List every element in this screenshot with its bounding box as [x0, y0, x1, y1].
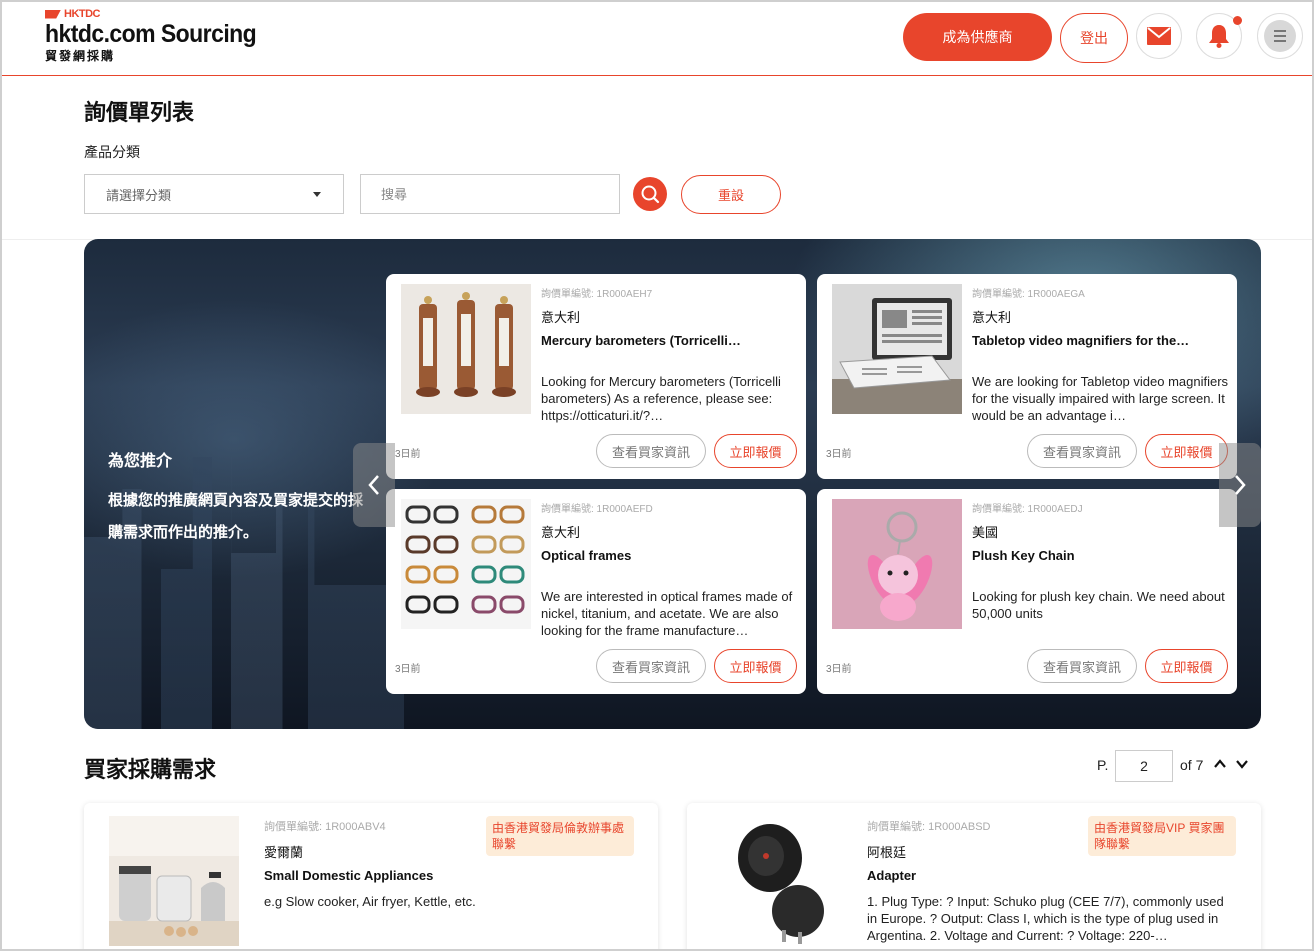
- product-title[interactable]: Plush Key Chain: [972, 548, 1227, 563]
- search-button[interactable]: [633, 177, 667, 211]
- product-title[interactable]: Small Domestic Appliances: [264, 868, 433, 883]
- buyer-request-card[interactable]: 詢價單編號: 1R000ABSD 由香港貿發局VIP 買家團隊聯繫 阿根廷 Ad…: [687, 803, 1261, 951]
- inquiry-number: 詢價單編號: 1R000AEGA: [972, 289, 1085, 300]
- logo-subtitle: 貿發網採購: [45, 49, 116, 63]
- product-title[interactable]: Adapter: [867, 868, 916, 883]
- recommendation-card[interactable]: 詢價單編號: 1R000AEDJ 美國 Plush Key Chain Look…: [817, 489, 1237, 694]
- become-supplier-button[interactable]: 成為供應商: [903, 13, 1052, 61]
- view-buyer-info-button[interactable]: 查看買家資訊: [596, 649, 706, 683]
- logo-name: hktdc.com Sourcing: [45, 20, 257, 48]
- buyer-country: 意大利: [972, 310, 1012, 325]
- view-buyer-info-button[interactable]: 查看買家資訊: [596, 434, 706, 468]
- inquiry-number: 詢價單編號: 1R000ABSD: [867, 821, 991, 833]
- quote-now-button[interactable]: 立即報價: [714, 434, 797, 468]
- product-description: Looking for plush key chain. We need abo…: [972, 589, 1225, 621]
- contact-office-badge: 由香港貿發局倫敦辦事處聯繫: [486, 816, 634, 856]
- logout-button[interactable]: 登出: [1060, 13, 1128, 63]
- page-number-input[interactable]: [1115, 750, 1173, 782]
- search-icon: [641, 185, 660, 204]
- buyer-country: 愛爾蘭: [264, 845, 304, 860]
- reset-button[interactable]: 重設: [681, 175, 781, 214]
- quote-now-button[interactable]: 立即報價: [1145, 434, 1228, 468]
- recommendation-heading: 為您推介: [108, 453, 173, 470]
- page-title: 詢價單列表: [84, 100, 195, 125]
- chevron-left-icon: [368, 475, 379, 495]
- quote-now-button[interactable]: 立即報價: [714, 649, 797, 683]
- carousel-prev-button[interactable]: [353, 443, 395, 527]
- menu-button[interactable]: [1257, 13, 1303, 59]
- chevron-right-icon: [1235, 475, 1246, 495]
- chevron-down-icon: [1236, 760, 1248, 769]
- product-image-barometers: [401, 284, 531, 414]
- next-page-button[interactable]: [1235, 756, 1249, 774]
- product-description: 1. Plug Type: ? Input: Schuko plug (CEE …: [867, 894, 1224, 943]
- category-label: 產品分類: [84, 144, 140, 160]
- bell-icon: [1209, 25, 1229, 48]
- category-select[interactable]: 請選擇分類: [84, 174, 344, 214]
- recommendation-card[interactable]: 詢價單編號: 1R000AEH7 意大利 Mercury barometers …: [386, 274, 806, 479]
- view-buyer-info-button[interactable]: 查看買家資訊: [1027, 649, 1137, 683]
- menu-icon: [1264, 20, 1296, 52]
- pager-prefix: P.: [1097, 757, 1109, 773]
- buyer-country: 阿根廷: [867, 845, 907, 860]
- product-description: e.g Slow cooker, Air fryer, Kettle, etc.: [264, 894, 476, 909]
- product-title[interactable]: Mercury barometers (Torricelli…: [541, 333, 796, 348]
- category-select-value: 請選擇分類: [106, 187, 172, 203]
- search-input[interactable]: [360, 174, 620, 214]
- inquiry-number: 詢價單編號: 1R000AEH7: [541, 289, 653, 300]
- chevron-up-icon: [1214, 759, 1226, 768]
- dropdown-caret-icon: [313, 192, 321, 197]
- hktdc-mark: HKTDC: [45, 8, 275, 20]
- product-description: We are interested in optical frames made…: [541, 589, 793, 638]
- buyer-country: 美國: [972, 525, 999, 540]
- product-image-appliances: [109, 816, 239, 946]
- buyer-country: 意大利: [541, 525, 581, 540]
- recommendation-description: 根據您的推廣網頁內容及買家提交的採購需求而作出的推介。: [108, 492, 364, 541]
- posted-age: 3日前: [395, 664, 421, 675]
- prev-page-button[interactable]: [1213, 756, 1227, 774]
- buyer-request-card[interactable]: 詢價單編號: 1R000ABV4 由香港貿發局倫敦辦事處聯繫 愛爾蘭 Small…: [84, 803, 658, 951]
- buyer-requests-title: 買家採購需求: [84, 757, 217, 782]
- mail-button[interactable]: [1136, 13, 1182, 59]
- posted-age: 3日前: [826, 449, 852, 460]
- inquiry-number: 詢價單編號: 1R000ABV4: [264, 821, 386, 833]
- hktdc-flag-icon: [45, 9, 61, 19]
- product-description: Looking for Mercury barometers (Torricel…: [541, 374, 781, 423]
- pager-total: of 7: [1180, 757, 1204, 773]
- mail-icon: [1147, 27, 1171, 45]
- product-image-video-magnifier: [832, 284, 962, 414]
- quote-now-button[interactable]: 立即報價: [1145, 649, 1228, 683]
- product-image-adapter: [712, 816, 842, 946]
- carousel-next-button[interactable]: [1219, 443, 1261, 527]
- product-title[interactable]: Optical frames: [541, 548, 796, 563]
- posted-age: 3日前: [826, 664, 852, 675]
- view-buyer-info-button[interactable]: 查看買家資訊: [1027, 434, 1137, 468]
- product-description: We are looking for Tabletop video magnif…: [972, 374, 1229, 423]
- product-image-optical-frames: [401, 499, 531, 629]
- notification-dot: [1233, 16, 1242, 25]
- inquiry-number: 詢價單編號: 1R000AEDJ: [972, 504, 1083, 515]
- buyer-country: 意大利: [541, 310, 581, 325]
- contact-office-badge: 由香港貿發局VIP 買家團隊聯繫: [1088, 816, 1236, 856]
- recommendation-card[interactable]: 詢價單編號: 1R000AEGA 意大利 Tabletop video magn…: [817, 274, 1237, 479]
- site-logo[interactable]: HKTDC hktdc.com Sourcing 貿發網採購: [45, 8, 275, 64]
- recommendation-card[interactable]: 詢價單編號: 1R000AEFD 意大利 Optical frames We a…: [386, 489, 806, 694]
- product-title[interactable]: Tabletop video magnifiers for the…: [972, 333, 1227, 348]
- inquiry-number: 詢價單編號: 1R000AEFD: [541, 504, 653, 515]
- posted-age: 3日前: [395, 449, 421, 460]
- product-image-plush-keychain: [832, 499, 962, 629]
